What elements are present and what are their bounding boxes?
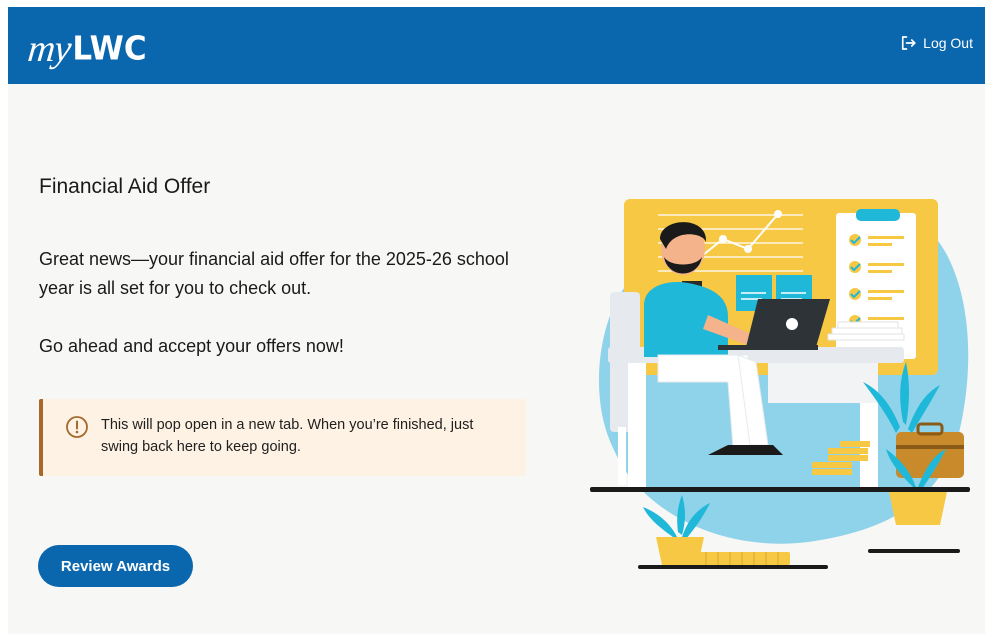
new-tab-notice: This will pop open in a new tab. When yo… [39,399,526,476]
logo-lwc-text: LWC [72,30,147,68]
notice-text: This will pop open in a new tab. When yo… [101,417,474,455]
logout-button[interactable]: Log Out [899,34,973,52]
warning-circle-icon [66,416,88,438]
mylwc-logo[interactable]: my LWC [25,21,147,71]
logo-my-text: my [25,28,73,70]
person-at-laptop-illustration [590,199,970,569]
page-title: Financial Aid Offer [39,175,211,198]
logout-icon [902,36,916,50]
accept-message: Go ahead and accept your offers now! [39,336,344,356]
page: my LWC Log Out Financial Aid Offer Great… [8,7,985,634]
top-header: my LWC Log Out [8,7,985,84]
offer-message: Great news—your financial aid offer for … [39,249,509,298]
logout-label: Log Out [923,35,973,51]
review-awards-button[interactable]: Review Awards [38,545,193,587]
